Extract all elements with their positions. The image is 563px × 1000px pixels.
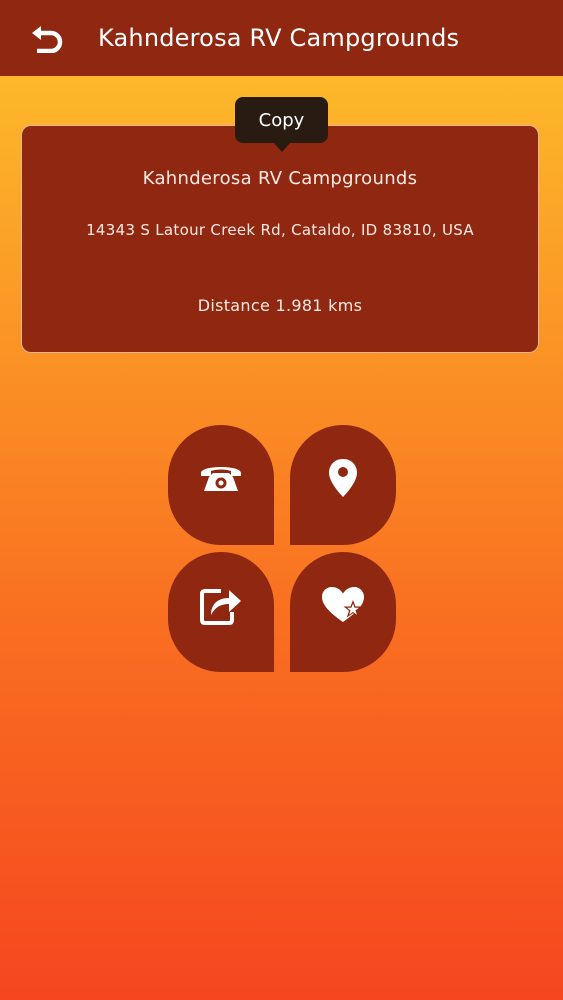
share-button[interactable] — [168, 552, 274, 672]
back-arrow-icon — [29, 23, 63, 53]
place-address[interactable]: 14343 S Latour Creek Rd, Cataldo, ID 838… — [22, 221, 538, 239]
favorite-button[interactable] — [290, 552, 396, 672]
map-pin-icon — [328, 458, 358, 498]
back-button[interactable] — [25, 18, 67, 58]
telephone-icon — [198, 461, 244, 495]
share-icon — [199, 585, 243, 625]
place-details-card: Kahnderosa RV Campgrounds 14343 S Latour… — [21, 125, 539, 353]
heart-star-icon — [320, 585, 366, 625]
top-app-bar: Kahnderosa RV Campgrounds — [0, 0, 563, 76]
call-button[interactable] — [168, 425, 274, 545]
place-distance: Distance 1.981 kms — [197, 296, 363, 315]
place-name: Kahnderosa RV Campgrounds — [142, 168, 418, 189]
page-title: Kahnderosa RV Campgrounds — [98, 24, 460, 52]
map-button[interactable] — [290, 425, 396, 545]
copy-tooltip-button[interactable]: Copy — [235, 97, 328, 152]
